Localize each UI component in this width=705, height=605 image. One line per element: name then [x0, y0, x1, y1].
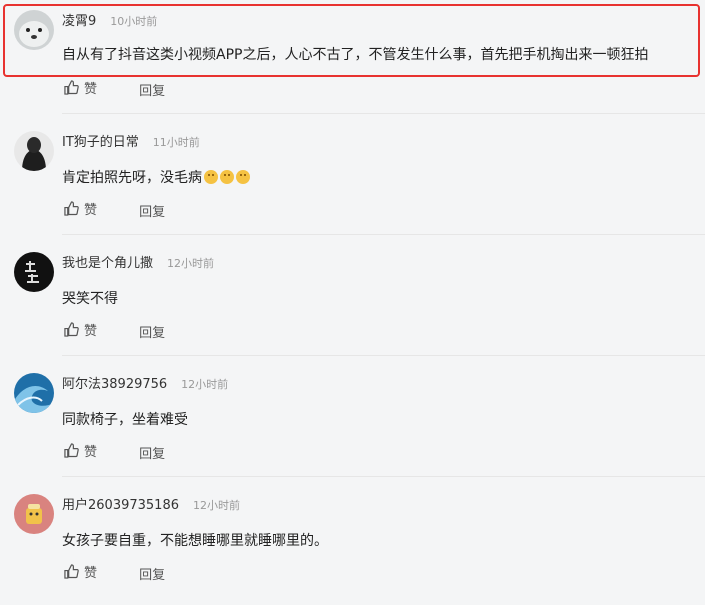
reply-button[interactable]: 回复 — [139, 201, 165, 220]
wave-avatar[interactable] — [14, 373, 54, 413]
comment-actions: 赞 回复 — [64, 562, 165, 583]
divider — [62, 355, 705, 356]
divider — [62, 234, 705, 235]
thumbs-up-icon — [64, 443, 79, 458]
highlight-box — [3, 4, 700, 77]
emoji-icon — [204, 170, 218, 184]
comment-text: 肯定拍照先呀，没毛病 — [62, 167, 250, 187]
comment-author[interactable]: 用户26039735186 12小时前 — [62, 494, 240, 513]
thumbs-up-icon — [64, 322, 79, 337]
like-button[interactable]: 赞 — [64, 441, 97, 460]
comment-author[interactable]: 阿尔法38929756 12小时前 — [62, 373, 228, 392]
thumbs-up-icon — [64, 564, 79, 579]
emoji-icon — [236, 170, 250, 184]
comment-time: 12小时前 — [192, 499, 240, 512]
comment-text: 同款椅子，坐着难受 — [62, 412, 188, 428]
comment-author[interactable]: IT狗子的日常 11小时前 — [62, 131, 200, 150]
reply-button[interactable]: 回复 — [139, 443, 165, 462]
like-button[interactable]: 赞 — [64, 320, 97, 339]
comment-actions: 赞 回复 — [64, 320, 165, 341]
calligraphy-avatar[interactable] — [14, 252, 54, 292]
comment-item: IT狗子的日常 11小时前 肯定拍照先呀，没毛病 赞 回复 — [0, 121, 705, 242]
divider — [62, 476, 705, 477]
like-button[interactable]: 赞 — [64, 199, 97, 218]
comment-actions: 赞 回复 — [64, 199, 165, 220]
like-button[interactable]: 赞 — [64, 562, 97, 581]
comment-item: 我也是个角儿撒 12小时前 哭笑不得 赞 回复 — [0, 242, 705, 363]
emoji-icon — [220, 170, 234, 184]
divider — [62, 113, 705, 114]
comment-time: 11小时前 — [152, 136, 200, 149]
reply-button[interactable]: 回复 — [139, 564, 165, 583]
hooded-figure-avatar[interactable] — [14, 131, 54, 171]
comment-author[interactable]: 我也是个角儿撒 12小时前 — [62, 252, 214, 271]
comment-text: 女孩子要自重，不能想睡哪里就睡哪里的。 — [62, 533, 328, 549]
comment-actions: 赞 回复 — [64, 441, 165, 462]
like-button[interactable]: 赞 — [64, 78, 97, 97]
like-label: 赞 — [84, 82, 98, 97]
thumbs-up-icon — [64, 80, 79, 95]
cartoon-avatar[interactable] — [14, 494, 54, 534]
comment-actions: 赞 回复 — [64, 78, 165, 99]
comment-item: 阿尔法38929756 12小时前 同款椅子，坐着难受 赞 回复 — [0, 363, 705, 484]
thumbs-up-icon — [64, 201, 79, 216]
reply-button[interactable]: 回复 — [139, 322, 165, 341]
like-label: 赞 — [84, 566, 98, 581]
like-label: 赞 — [84, 203, 98, 218]
like-label: 赞 — [84, 324, 98, 339]
reply-button[interactable]: 回复 — [139, 80, 165, 99]
like-label: 赞 — [84, 445, 98, 460]
comment-text: 哭笑不得 — [62, 291, 118, 307]
comment-item: 用户26039735186 12小时前 女孩子要自重，不能想睡哪里就睡哪里的。 赞… — [0, 484, 705, 605]
comment-time: 12小时前 — [167, 257, 215, 270]
comment-time: 12小时前 — [181, 378, 229, 391]
